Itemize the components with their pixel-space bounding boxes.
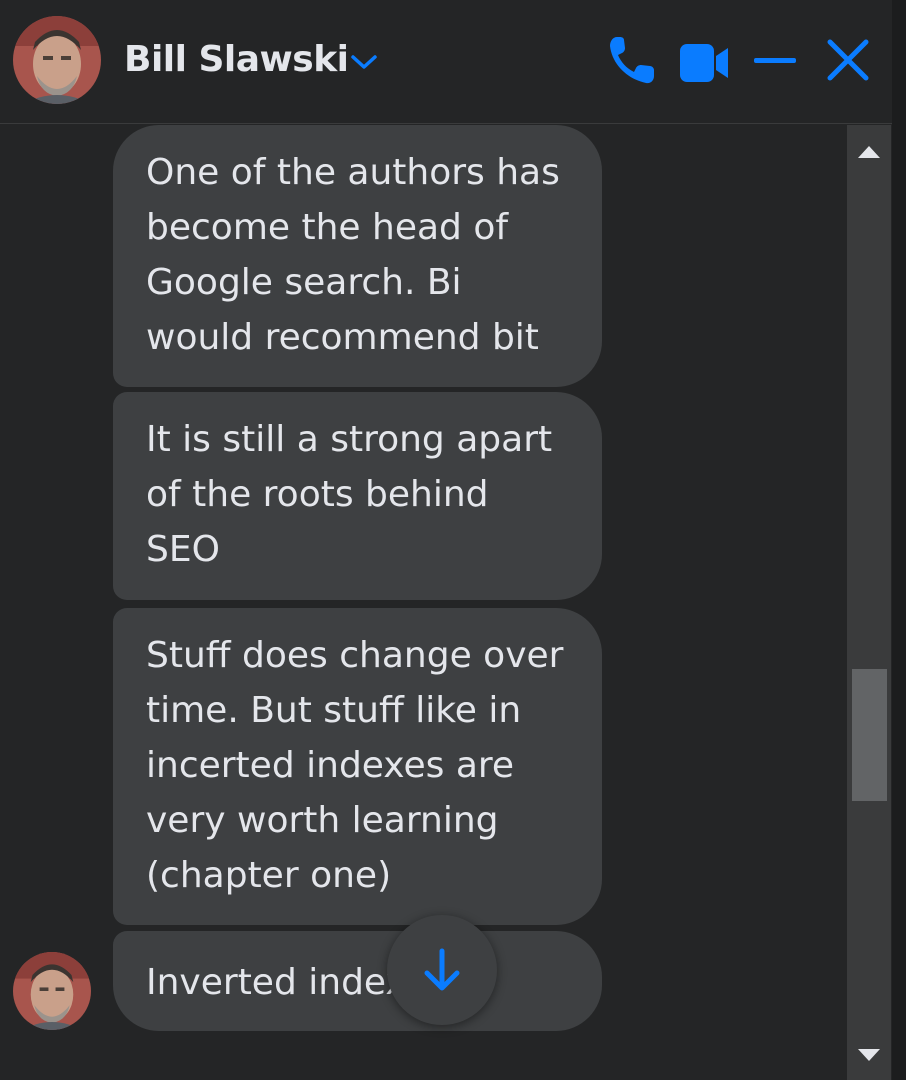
message-bubble[interactable]: Stuff does change over time. But stuff l… bbox=[113, 608, 602, 925]
contact-name[interactable]: Bill Slawski bbox=[124, 38, 349, 82]
jump-to-latest-button[interactable] bbox=[387, 915, 497, 1025]
message-bubble[interactable]: Inverted index bbox=[113, 931, 602, 1031]
close-icon[interactable] bbox=[825, 34, 871, 86]
message-bubble[interactable]: One of the authors has become the head o… bbox=[113, 125, 602, 387]
chat-header: Bill Slawski bbox=[0, 0, 892, 124]
video-camera-icon[interactable] bbox=[678, 38, 730, 90]
window-edge bbox=[892, 0, 906, 1080]
scroll-down-arrow-icon[interactable] bbox=[858, 1049, 880, 1061]
message-scrollbar[interactable] bbox=[847, 125, 891, 1080]
chevron-down-icon[interactable] bbox=[346, 46, 382, 76]
phone-icon[interactable] bbox=[607, 34, 657, 86]
messenger-chat-window: Bill Slawski One of the authors has beco… bbox=[0, 0, 906, 1080]
scroll-up-arrow-icon[interactable] bbox=[858, 146, 880, 158]
scrollbar-thumb[interactable] bbox=[852, 669, 887, 801]
message-bubble[interactable]: It is still a strong apart of the roots … bbox=[113, 392, 602, 600]
sender-avatar[interactable] bbox=[13, 952, 91, 1030]
contact-avatar[interactable] bbox=[13, 16, 101, 104]
arrow-down-icon bbox=[424, 948, 460, 991]
minimize-icon[interactable] bbox=[752, 34, 798, 86]
